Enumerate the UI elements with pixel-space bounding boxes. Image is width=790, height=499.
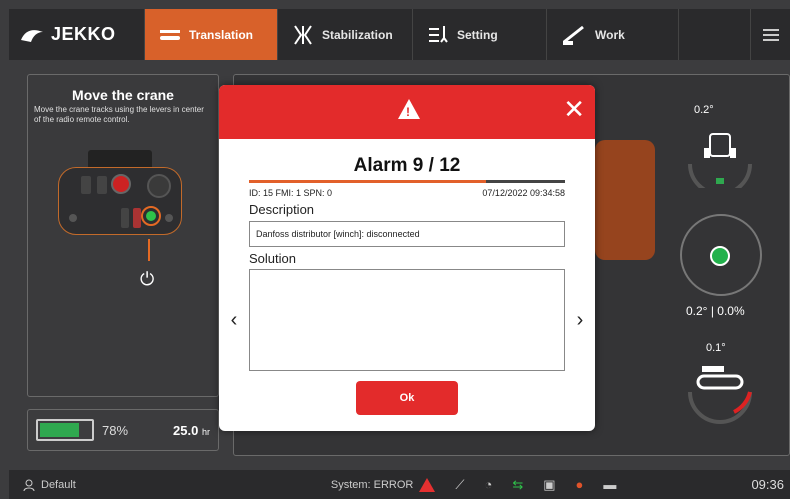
- stabilizer-icon: [294, 24, 312, 45]
- previous-alarm-button[interactable]: ‹: [219, 309, 249, 332]
- tilt-bottom-readout: 0.1°: [706, 342, 726, 354]
- engine-hours: 25.0 hr: [173, 423, 210, 438]
- user-name: Default: [41, 478, 76, 491]
- status-bar: Default System: ERROR ⟋ ◔ ⇆ ▣ ● ▬ 09:36: [9, 470, 790, 499]
- flag-icon[interactable]: ▬: [603, 477, 616, 492]
- tab-setting[interactable]: Setting: [413, 9, 547, 60]
- alarm-codes: ID: 15 FMI: 1 SPN: 0: [249, 188, 333, 198]
- description-label: Description: [249, 202, 315, 217]
- instruction-text: Move the crane tracks using the levers i…: [34, 105, 204, 124]
- tab-stabilization[interactable]: Stabilization: [278, 9, 413, 60]
- error-warning-icon: [419, 477, 436, 492]
- tab-spacer: [679, 9, 751, 60]
- battery-percent: 78%: [102, 422, 129, 438]
- alarm-dialog: ! ✕ Alarm 9 / 12 ID: 15 FMI: 1 SPN: 0 07…: [219, 85, 595, 431]
- alarm-datetime: 07/12/2022 09:34:58: [482, 188, 565, 198]
- alarm-title: Alarm 9 / 12: [353, 155, 461, 176]
- engine-hours-unit: hr: [201, 426, 210, 437]
- system-status: System: ERROR: [330, 477, 436, 492]
- tab-stabilization-label: Stabilization: [322, 27, 393, 42]
- hamburger-menu-icon[interactable]: [751, 9, 790, 60]
- battery-panel: 78% 25.0 hr: [27, 409, 219, 451]
- tab-work[interactable]: Work: [547, 9, 679, 60]
- emergency-stop-icon: ●: [575, 477, 584, 492]
- tab-translation[interactable]: Translation: [145, 9, 278, 60]
- clock: 09:36: [751, 477, 784, 492]
- alarm-meta: ID: 15 FMI: 1 SPN: 0 07/12/2022 09:34:58: [249, 188, 565, 198]
- instruction-title: Move the crane: [72, 87, 174, 103]
- jekko-logo: JEKKO: [9, 9, 145, 60]
- user-indicator[interactable]: Default: [23, 479, 76, 491]
- arrow-up-icon: [148, 239, 150, 261]
- description-field: Danfoss distributor [winch]: disconnecte…: [249, 221, 565, 247]
- level-readout: 0.2° | 0.0%: [686, 304, 745, 318]
- tracks-icon: [160, 29, 180, 40]
- engine-hours-value: 25.0: [173, 422, 199, 438]
- solution-field: [249, 269, 565, 371]
- user-icon: [23, 479, 35, 491]
- alarm-dialog-header: ! ✕: [219, 85, 595, 139]
- warning-icon-mark: !: [406, 105, 410, 119]
- signal-icon: ⟋: [455, 476, 465, 492]
- instruction-panel: Move the crane Move the crane tracks usi…: [27, 74, 219, 397]
- crane-front-tilt-icon: [688, 133, 752, 188]
- lizard-logo-icon: [21, 29, 43, 42]
- power-icon: ⏻: [140, 269, 155, 289]
- tilt-top-readout: 0.2°: [694, 104, 714, 116]
- battery-icon: [36, 419, 94, 441]
- solution-label: Solution: [249, 251, 296, 266]
- track-tilt-icon: [688, 366, 752, 424]
- tab-translation-label: Translation: [189, 27, 254, 42]
- tab-work-label: Work: [595, 27, 625, 42]
- tab-setting-label: Setting: [457, 27, 498, 42]
- solution-row: ‹ ›: [219, 269, 595, 371]
- alarm-progress-bar: [249, 180, 565, 183]
- crane-image: [595, 140, 655, 260]
- gauge-icon: ◔: [484, 477, 493, 492]
- level-bubble-icon: [710, 246, 730, 266]
- system-status-text: System: ERROR: [330, 478, 414, 491]
- ok-button[interactable]: Ok: [356, 381, 458, 415]
- close-icon[interactable]: ✕: [563, 95, 585, 123]
- sliders-icon: [429, 25, 448, 43]
- next-alarm-button[interactable]: ›: [565, 309, 595, 332]
- remote-control-icon: ▣: [543, 476, 556, 492]
- alarm-progress-fill: [249, 180, 486, 183]
- top-nav-bar: JEKKO Translation Stabilization Setting …: [9, 9, 790, 60]
- brand-name: JEKKO: [51, 24, 116, 44]
- connection-arrows-icon: ⇆: [512, 476, 524, 492]
- boom-icon: [563, 25, 584, 45]
- battery-fill: [40, 423, 79, 437]
- radio-remote-icon: [58, 167, 182, 235]
